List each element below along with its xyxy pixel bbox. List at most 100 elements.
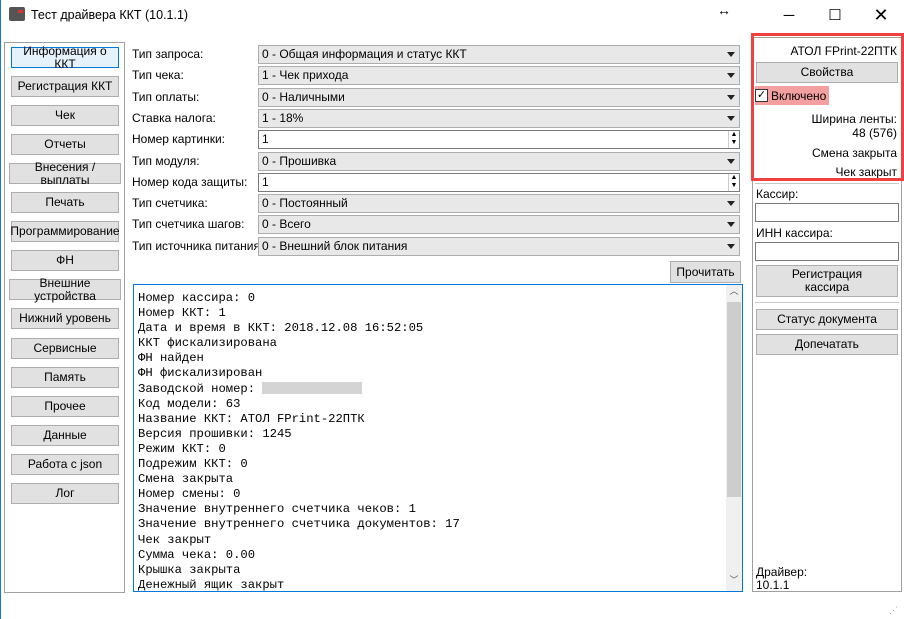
field-label: Тип модуля: (132, 153, 200, 168)
inn-input[interactable] (755, 242, 899, 261)
log-line: ФН фискализирован (138, 366, 742, 381)
dropdown-select[interactable]: 0 - Постоянный (258, 194, 740, 214)
sidebar-item[interactable]: Прочее (11, 395, 119, 417)
scroll-down-icon[interactable]: ﹀ (726, 574, 742, 589)
close-button[interactable]: ✕ (858, 0, 904, 30)
sidebar-item[interactable]: Память (11, 366, 119, 388)
log-line: Дата и время в ККТ: 2018.12.08 16:52:05 (138, 321, 742, 336)
log-output[interactable]: Номер кассира: 0 Номер ККТ: 1 Дата и время… (133, 284, 743, 592)
field-label: Тип оплаты: (132, 89, 200, 104)
reprint-button[interactable]: Допечатать (756, 334, 898, 355)
spinner-arrows-icon[interactable]: ▲ ▼ (728, 131, 739, 149)
sidebar-item[interactable]: Лог (11, 482, 119, 504)
sidebar-item[interactable]: Внешние устройства (9, 276, 121, 302)
log-text: Чек закрыт (138, 532, 212, 547)
dropdown-select[interactable]: 1 - Чек прихода (258, 66, 740, 86)
field-value: 0 - Наличными (262, 89, 345, 104)
sidebar-item[interactable]: Внесения / выплаты (9, 160, 121, 186)
log-text: Код модели: 63 (138, 396, 241, 411)
document-status-button[interactable]: Статус документа (756, 309, 898, 330)
register-cashier-button[interactable]: Регистрация кассира (756, 265, 898, 297)
chevron-down-icon[interactable] (727, 222, 735, 228)
sidebar-item[interactable]: Программирование (10, 221, 120, 243)
field-label: Тип чека: (132, 68, 184, 83)
dropdown-select[interactable]: 0 - Прошивка (258, 151, 740, 171)
chevron-down-icon[interactable] (727, 201, 735, 207)
log-text: Режим ККТ: 0 (138, 441, 226, 456)
log-line: Чек закрыт (138, 533, 742, 548)
log-line: Смена закрыта (138, 472, 742, 487)
main-window: Тест драйвера ККТ (10.1.1) ↔ ─ ☐ ✕ Инфор… (0, 0, 904, 619)
chevron-down-icon[interactable] (727, 158, 735, 164)
log-line: Значение внутреннего счетчика документов… (138, 517, 742, 532)
dropdown-select[interactable]: 0 - Внешний блок питания (258, 236, 740, 256)
log-line: ККТ фискализирована (138, 336, 742, 351)
log-line: Режим ККТ: 0 (138, 442, 742, 457)
window-title: Тест драйвера ККТ (10.1.1) (31, 8, 189, 22)
chevron-down-icon[interactable] (727, 243, 735, 249)
dropdown-select[interactable]: 1 - 18% (258, 108, 740, 128)
maximize-button[interactable]: ☐ (812, 0, 858, 30)
sidebar-item[interactable]: Печать (11, 192, 119, 214)
field-label: Ставка налога: (132, 110, 216, 125)
app-printer-icon (9, 7, 25, 21)
field-label: Тип счетчика: (132, 196, 208, 211)
chevron-down-icon[interactable] (727, 94, 735, 100)
scroll-thumb[interactable] (727, 302, 741, 497)
log-line: Крышка закрыта (138, 563, 742, 578)
cashier-input[interactable] (755, 203, 899, 222)
resize-grip-icon[interactable]: ⋰ (889, 605, 898, 616)
sidebar-item[interactable]: Информация о ККТ (11, 44, 119, 70)
sidebar-item[interactable]: Работа с json (11, 453, 119, 475)
sidebar-item[interactable]: Отчеты (11, 134, 119, 156)
field-value: 0 - Прошивка (262, 153, 337, 168)
sidebar-item[interactable]: Нижний уровень (11, 308, 119, 330)
number-spinner[interactable]: 1 ▲ ▼ (258, 172, 740, 192)
spinner-arrows-icon[interactable]: ▲ ▼ (728, 173, 739, 191)
log-text: ФН найден (138, 351, 204, 366)
cashier-label: Кассир: (756, 187, 799, 201)
driver-version: 10.1.1 (756, 578, 790, 592)
sidebar-item[interactable]: Данные (11, 424, 119, 446)
chevron-down-icon[interactable] (727, 73, 735, 79)
sidebar-item[interactable]: Сервисные (11, 337, 119, 359)
log-line: Номер кассира: 0 (138, 291, 742, 306)
field-value: 0 - Общая информация и статус ККТ (262, 47, 467, 61)
read-button[interactable]: Прочитать (670, 261, 741, 283)
dropdown-select[interactable]: 0 - Наличными (258, 87, 740, 107)
log-text: Смена закрыта (138, 472, 234, 487)
log-text: Название ККТ: АТОЛ FPrint-22ПТК (138, 411, 365, 426)
field-value: 0 - Постоянный (262, 196, 348, 211)
dropdown-select[interactable]: 0 - Всего (258, 215, 740, 235)
log-line: Заводской номер: (138, 382, 742, 397)
field-label: Тип счетчика шагов: (132, 217, 245, 232)
log-text: Денежный ящик закрыт (138, 577, 285, 592)
log-line: Номер ККТ: 1 (138, 306, 742, 321)
field-value: 1 (262, 132, 269, 147)
chevron-down-icon[interactable] (727, 52, 735, 57)
field-value: 1 - Чек прихода (262, 68, 349, 83)
log-text: Дата и время в ККТ: 2018.12.08 16:52:05 (138, 321, 424, 336)
log-line: Версия прошивки: 1245 (138, 427, 742, 442)
number-spinner[interactable]: 1 ▲ ▼ (258, 130, 740, 150)
dropdown-select[interactable]: 0 - Общая информация и статус ККТ (258, 45, 740, 64)
sidebar-item[interactable]: Регистрация ККТ (11, 76, 119, 98)
log-text: ФН фискализирован (138, 366, 263, 381)
log-text: Номер смены: 0 (138, 487, 241, 502)
log-text: Значение внутреннего счетчика чеков: 1 (138, 502, 416, 517)
log-line: Код модели: 63 (138, 397, 742, 412)
log-line: Название ККТ: АТОЛ FPrint-22ПТК (138, 412, 742, 427)
sidebar-item[interactable]: ФН (11, 250, 119, 272)
log-line: Значение внутреннего счетчика чеков: 1 (138, 502, 742, 517)
log-text: Номер ККТ: 1 (138, 306, 226, 321)
log-scrollbar[interactable]: ︿ ﹀ (726, 285, 742, 591)
field-value: 1 - 18% (262, 110, 304, 125)
chevron-down-icon[interactable] (727, 115, 735, 121)
minimize-button[interactable]: ─ (766, 0, 812, 30)
field-label: Номер кода защиты: (132, 174, 248, 189)
log-text: ККТ фискализирована (138, 336, 277, 351)
sidebar-item[interactable]: Чек (11, 105, 119, 127)
log-text: Заводской номер: (138, 381, 263, 396)
log-line: Номер смены: 0 (138, 487, 742, 502)
scroll-up-icon[interactable]: ︿ (726, 285, 742, 300)
